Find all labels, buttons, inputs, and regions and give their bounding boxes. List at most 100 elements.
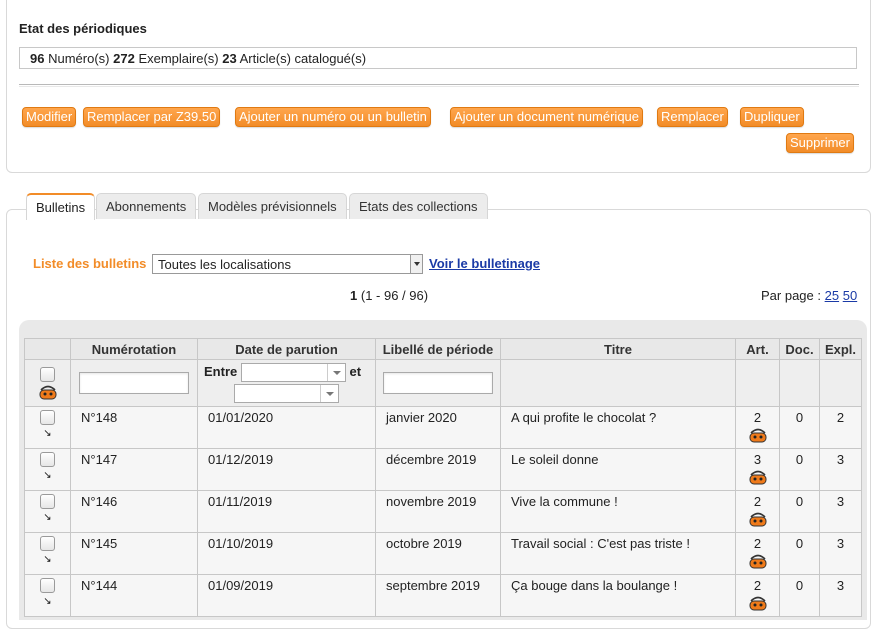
cell-libelle: décembre 2019 <box>375 448 501 491</box>
select-column-header <box>24 338 71 360</box>
cell-art: 2 <box>753 536 762 551</box>
cell-art: 2 <box>753 410 762 425</box>
cell-titre: Travail social : C'est pas triste ! <box>500 532 736 575</box>
cell-libelle: janvier 2020 <box>375 406 501 449</box>
expand-arrow-icon[interactable]: ↘ <box>26 596 69 608</box>
cell-expl: 3 <box>819 532 862 575</box>
row-checkbox[interactable] <box>40 536 55 551</box>
libelle-filter-input[interactable] <box>383 372 493 394</box>
basket-icon[interactable] <box>749 511 767 527</box>
expand-arrow-icon[interactable]: ↘ <box>26 470 69 482</box>
cell-titre: Ça bouge dans la boulange ! <box>500 574 736 617</box>
pagination-info: 1 (1 - 96 / 96) <box>350 288 428 303</box>
header-libelle-periode[interactable]: Libellé de période <box>375 338 501 360</box>
date-from-field[interactable] <box>240 363 346 382</box>
basket-icon[interactable] <box>749 595 767 611</box>
header-numerotation[interactable]: Numérotation <box>70 338 198 360</box>
etat-title: Etat des périodiques <box>19 21 147 36</box>
per-page-25-link[interactable]: 25 <box>825 288 839 303</box>
header-expl[interactable]: Expl. <box>819 338 862 360</box>
numeros-label: Numéro(s) <box>48 51 110 66</box>
cell-libelle: novembre 2019 <box>375 490 501 533</box>
remplacer-button[interactable]: Remplacer <box>657 107 728 127</box>
cell-expl: 2 <box>819 406 862 449</box>
cell-art: 2 <box>753 578 762 593</box>
row-checkbox[interactable] <box>40 578 55 593</box>
stats-box: 96 Numéro(s) 272 Exemplaire(s) 23 Articl… <box>19 47 857 69</box>
table-row[interactable]: ↘ N°145 01/10/2019 octobre 2019 Travail … <box>24 532 862 575</box>
cell-titre: Vive la commune ! <box>500 490 736 533</box>
cell-art: 3 <box>753 452 762 467</box>
separator <box>19 84 859 87</box>
tab-abonnements[interactable]: Abonnements <box>96 193 197 219</box>
current-page: 1 <box>350 288 358 303</box>
remplacer-z3950-button[interactable]: Remplacer par Z39.50 <box>83 107 221 127</box>
filter-between-label: Entre <box>204 363 238 379</box>
cell-date: 01/12/2019 <box>197 448 376 491</box>
tab-modeles-previsionnels[interactable]: Modèles prévisionnels <box>198 193 347 219</box>
cell-numerotation[interactable]: N°148 <box>70 406 198 449</box>
dupliquer-button[interactable]: Dupliquer <box>740 107 804 127</box>
per-page-50-link[interactable]: 50 <box>843 288 857 303</box>
row-checkbox[interactable] <box>40 494 55 509</box>
date-to-field[interactable] <box>234 384 339 403</box>
chevron-down-icon[interactable] <box>410 255 422 273</box>
expand-arrow-icon[interactable]: ↘ <box>26 428 69 440</box>
table-row[interactable]: ↘ N°144 01/09/2019 septembre 2019 Ça bou… <box>24 574 862 617</box>
cell-expl: 3 <box>819 574 862 617</box>
header-doc[interactable]: Doc. <box>779 338 820 360</box>
cell-date: 01/11/2019 <box>197 490 376 533</box>
cell-date: 01/10/2019 <box>197 532 376 575</box>
header-titre[interactable]: Titre <box>500 338 736 360</box>
cell-libelle: octobre 2019 <box>375 532 501 575</box>
articles-label: Article(s) catalogué(s) <box>239 51 367 66</box>
basket-icon[interactable] <box>749 427 767 443</box>
cell-numerotation[interactable]: N°147 <box>70 448 198 491</box>
voir-bulletinage-link[interactable]: Voir le bulletinage <box>429 256 540 271</box>
select-all-checkbox[interactable] <box>40 366 55 382</box>
page-range: (1 - 96 / 96) <box>360 288 429 303</box>
filter-and-label: et <box>349 363 362 379</box>
basket-icon[interactable] <box>749 553 767 569</box>
tab-bulletins[interactable]: Bulletins <box>26 193 96 220</box>
cell-doc: 0 <box>779 448 820 491</box>
numeros-count: 96 <box>30 51 45 66</box>
header-art[interactable]: Art. <box>735 338 780 360</box>
table-row[interactable]: ↘ N°146 01/11/2019 novembre 2019 Vive la… <box>24 490 862 533</box>
table-row[interactable]: ↘ N°148 01/01/2020 janvier 2020 A qui pr… <box>24 406 862 449</box>
cell-numerotation[interactable]: N°144 <box>70 574 198 617</box>
chevron-down-icon[interactable] <box>320 385 338 402</box>
basket-icon[interactable] <box>39 384 57 400</box>
modifier-button[interactable]: Modifier <box>22 107 77 127</box>
cell-doc: 0 <box>779 490 820 533</box>
supprimer-button[interactable]: Supprimer <box>786 133 854 153</box>
filter-row: Entre et <box>24 359 862 407</box>
liste-bulletins-label: Liste des bulletins <box>33 256 147 271</box>
row-checkbox[interactable] <box>40 410 55 425</box>
header-date-parution[interactable]: Date de parution <box>197 338 376 360</box>
ajouter-document-button[interactable]: Ajouter un document numérique <box>450 107 644 127</box>
cell-titre: A qui profite le chocolat ? <box>500 406 736 449</box>
cell-expl: 3 <box>819 490 862 533</box>
numerotation-filter-input[interactable] <box>79 372 189 394</box>
row-checkbox[interactable] <box>40 452 55 467</box>
cell-libelle: septembre 2019 <box>375 574 501 617</box>
exemplaires-label: Exemplaire(s) <box>138 51 219 66</box>
cell-date: 01/09/2019 <box>197 574 376 617</box>
localisation-select[interactable]: Toutes les localisations <box>152 254 423 274</box>
basket-icon[interactable] <box>749 469 767 485</box>
cell-numerotation[interactable]: N°145 <box>70 532 198 575</box>
cell-numerotation[interactable]: N°146 <box>70 490 198 533</box>
expand-arrow-icon[interactable]: ↘ <box>26 554 69 566</box>
table-row[interactable]: ↘ N°147 01/12/2019 décembre 2019 Le sole… <box>24 448 862 491</box>
chevron-down-icon[interactable] <box>326 364 345 381</box>
cell-titre: Le soleil donne <box>500 448 736 491</box>
cell-date: 01/01/2020 <box>197 406 376 449</box>
per-page-label: Par page : <box>761 288 821 303</box>
articles-count: 23 <box>222 51 237 66</box>
tab-etats-collections[interactable]: Etats des collections <box>349 193 488 219</box>
ajouter-numero-button[interactable]: Ajouter un numéro ou un bulletin <box>235 107 431 127</box>
cell-doc: 0 <box>779 532 820 575</box>
localisation-value: Toutes les localisations <box>158 257 291 272</box>
expand-arrow-icon[interactable]: ↘ <box>26 512 69 524</box>
